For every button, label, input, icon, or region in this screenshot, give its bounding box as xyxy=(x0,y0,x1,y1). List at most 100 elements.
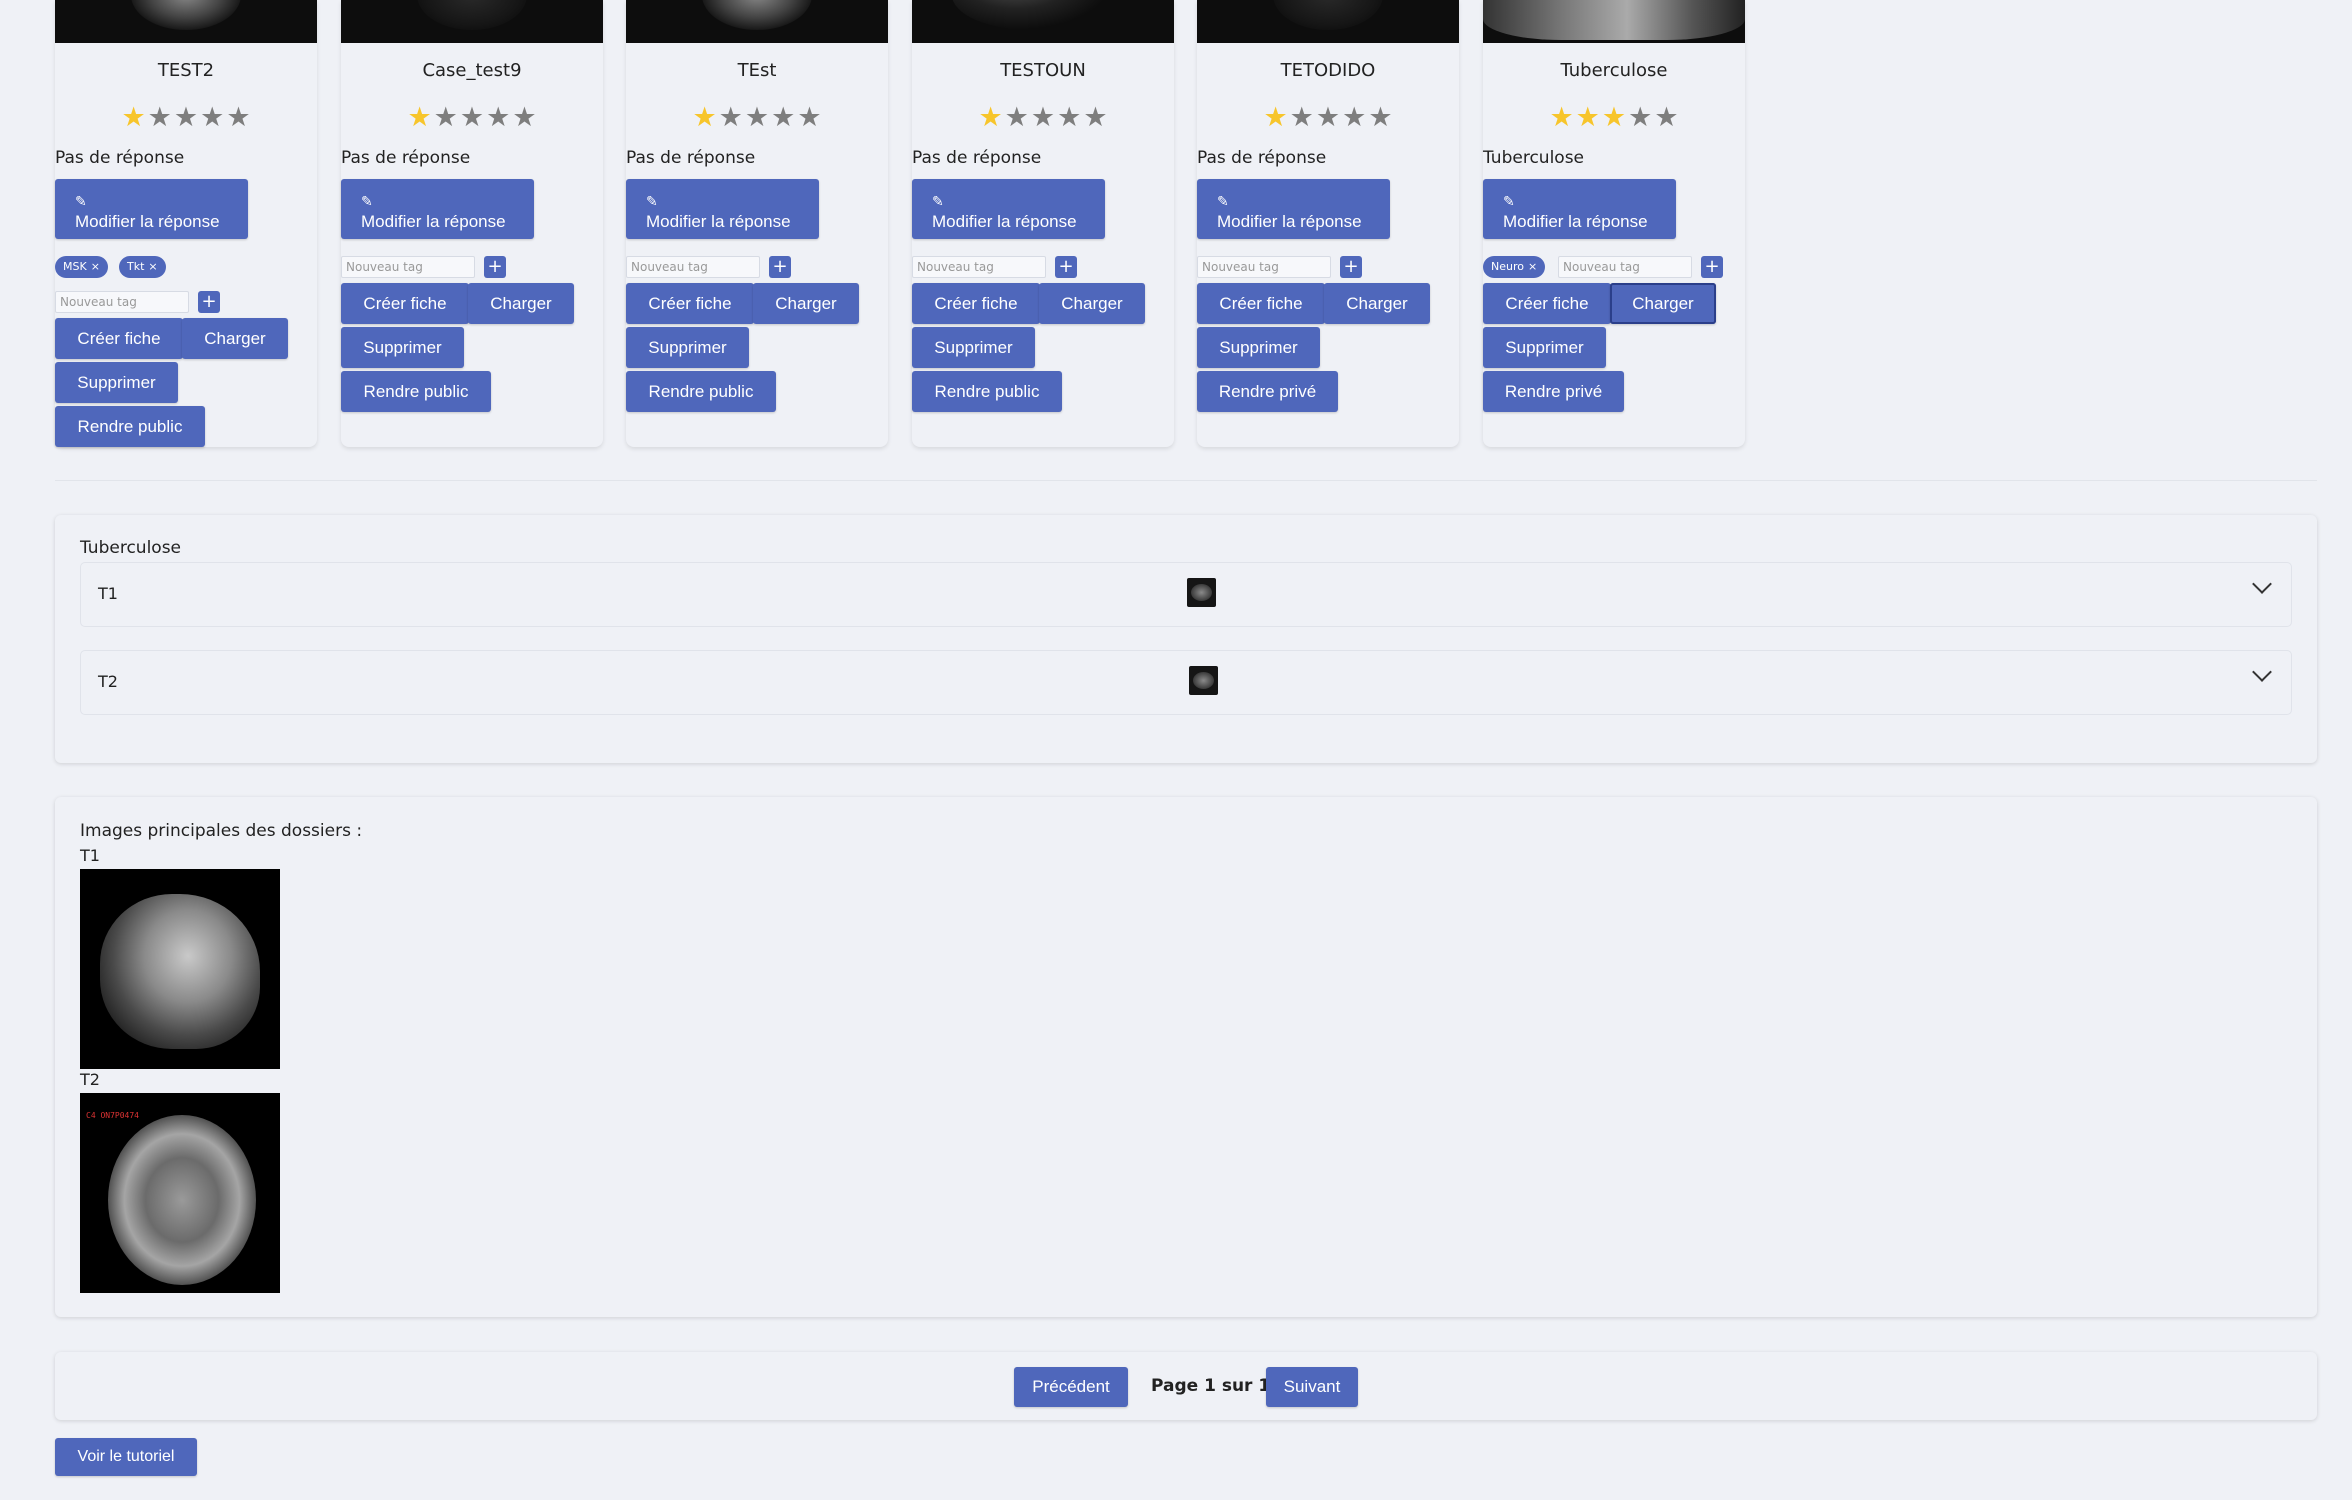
add-tag-button[interactable]: + xyxy=(1701,256,1723,278)
create-sheet-button[interactable]: Créer fiche xyxy=(341,283,469,324)
case-thumbnail[interactable] xyxy=(341,0,603,43)
chevron-down-icon[interactable] xyxy=(2252,662,2272,682)
star-rating[interactable]: ★★★★★ xyxy=(1197,104,1459,132)
delete-button[interactable]: Supprimer xyxy=(55,362,178,403)
load-button[interactable]: Charger xyxy=(182,318,288,359)
star-rating[interactable]: ★★★★★ xyxy=(55,104,317,132)
delete-button[interactable]: Supprimer xyxy=(341,327,464,368)
star-icon[interactable]: ★ xyxy=(719,104,743,132)
visibility-toggle-button[interactable]: Rendre privé xyxy=(1197,371,1338,412)
star-icon[interactable]: ★ xyxy=(148,104,172,132)
load-button[interactable]: Charger xyxy=(1039,283,1145,324)
star-rating[interactable]: ★★★★★ xyxy=(912,104,1174,132)
new-tag-input[interactable]: Nouveau tag xyxy=(55,291,189,313)
load-button[interactable]: Charger xyxy=(1610,283,1716,324)
load-button[interactable]: Charger xyxy=(468,283,574,324)
add-tag-button[interactable]: + xyxy=(484,256,506,278)
star-icon[interactable]: ★ xyxy=(486,104,510,132)
tag-remove-icon[interactable]: × xyxy=(148,260,157,273)
delete-button[interactable]: Supprimer xyxy=(626,327,749,368)
star-icon[interactable]: ★ xyxy=(1057,104,1081,132)
new-tag-input[interactable]: Nouveau tag xyxy=(912,256,1046,278)
edit-answer-button[interactable]: ✎ Modifier la réponse xyxy=(341,179,534,239)
load-button[interactable]: Charger xyxy=(753,283,859,324)
new-tag-input[interactable]: Nouveau tag xyxy=(626,256,760,278)
star-icon[interactable]: ★ xyxy=(1316,104,1340,132)
new-tag-input[interactable]: Nouveau tag xyxy=(1558,256,1692,278)
delete-button[interactable]: Supprimer xyxy=(1483,327,1606,368)
sequence-accordion-t2[interactable]: T2 xyxy=(80,650,2292,715)
star-icon[interactable]: ★ xyxy=(978,104,1002,132)
add-tag-button[interactable]: + xyxy=(1055,256,1077,278)
star-icon[interactable]: ★ xyxy=(745,104,769,132)
mri-image-t2[interactable]: C4 ON7P0474 xyxy=(80,1093,280,1293)
tag-remove-icon[interactable]: × xyxy=(91,260,100,273)
star-icon[interactable]: ★ xyxy=(1654,104,1678,132)
visibility-toggle-button[interactable]: Rendre privé xyxy=(1483,371,1624,412)
star-icon[interactable]: ★ xyxy=(1263,104,1287,132)
tag-remove-icon[interactable]: × xyxy=(1528,260,1537,273)
star-rating[interactable]: ★★★★★ xyxy=(626,104,888,132)
case-thumbnail[interactable] xyxy=(1197,0,1459,43)
edit-answer-button[interactable]: ✎ Modifier la réponse xyxy=(55,179,248,239)
tutorial-button[interactable]: Voir le tutoriel xyxy=(55,1438,197,1476)
create-sheet-button[interactable]: Créer fiche xyxy=(912,283,1040,324)
new-tag-input[interactable]: Nouveau tag xyxy=(341,256,475,278)
visibility-toggle-button[interactable]: Rendre public xyxy=(55,406,205,447)
next-page-button[interactable]: Suivant xyxy=(1266,1367,1358,1407)
delete-button[interactable]: Supprimer xyxy=(1197,327,1320,368)
edit-answer-button[interactable]: ✎ Modifier la réponse xyxy=(1197,179,1390,239)
edit-answer-button[interactable]: ✎ Modifier la réponse xyxy=(1483,179,1676,239)
star-icon[interactable]: ★ xyxy=(1031,104,1055,132)
star-icon[interactable]: ★ xyxy=(1628,104,1652,132)
create-sheet-button[interactable]: Créer fiche xyxy=(55,318,183,359)
star-icon[interactable]: ★ xyxy=(226,104,250,132)
delete-button[interactable]: Supprimer xyxy=(912,327,1035,368)
case-thumbnail[interactable] xyxy=(912,0,1174,43)
star-icon[interactable]: ★ xyxy=(1549,104,1573,132)
create-sheet-button[interactable]: Créer fiche xyxy=(1483,283,1611,324)
add-tag-button[interactable]: + xyxy=(198,291,220,313)
edit-answer-button[interactable]: ✎ Modifier la réponse xyxy=(626,179,819,239)
star-icon[interactable]: ★ xyxy=(771,104,795,132)
edit-icon: ✎ xyxy=(1503,193,1515,209)
previous-page-button[interactable]: Précédent xyxy=(1014,1367,1128,1407)
star-icon[interactable]: ★ xyxy=(200,104,224,132)
visibility-toggle-button[interactable]: Rendre public xyxy=(341,371,491,412)
mri-image-t1[interactable] xyxy=(80,869,280,1069)
star-icon[interactable]: ★ xyxy=(512,104,536,132)
star-icon[interactable]: ★ xyxy=(692,104,716,132)
case-thumbnail[interactable] xyxy=(1483,0,1745,43)
case-thumbnail[interactable] xyxy=(626,0,888,43)
star-icon[interactable]: ★ xyxy=(1576,104,1600,132)
star-icon[interactable]: ★ xyxy=(434,104,458,132)
add-tag-button[interactable]: + xyxy=(1340,256,1362,278)
star-icon[interactable]: ★ xyxy=(797,104,821,132)
edit-answer-label: Modifier la réponse xyxy=(75,212,220,231)
star-icon[interactable]: ★ xyxy=(1342,104,1366,132)
star-rating[interactable]: ★★★★★ xyxy=(1483,104,1745,132)
load-button[interactable]: Charger xyxy=(1324,283,1430,324)
case-thumbnail[interactable] xyxy=(55,0,317,43)
star-icon[interactable]: ★ xyxy=(121,104,145,132)
create-sheet-button[interactable]: Créer fiche xyxy=(1197,283,1325,324)
add-tag-button[interactable]: + xyxy=(769,256,791,278)
star-icon[interactable]: ★ xyxy=(174,104,198,132)
edit-answer-label: Modifier la réponse xyxy=(1217,212,1362,231)
star-icon[interactable]: ★ xyxy=(1602,104,1626,132)
star-icon[interactable]: ★ xyxy=(1368,104,1392,132)
edit-answer-button[interactable]: ✎ Modifier la réponse xyxy=(912,179,1105,239)
star-rating[interactable]: ★★★★★ xyxy=(341,104,603,132)
create-sheet-button[interactable]: Créer fiche xyxy=(626,283,754,324)
star-icon[interactable]: ★ xyxy=(407,104,431,132)
case-title: TESTOUN xyxy=(1000,60,1086,81)
visibility-toggle-button[interactable]: Rendre public xyxy=(912,371,1062,412)
star-icon[interactable]: ★ xyxy=(1290,104,1314,132)
visibility-toggle-button[interactable]: Rendre public xyxy=(626,371,776,412)
star-icon[interactable]: ★ xyxy=(1083,104,1107,132)
star-icon[interactable]: ★ xyxy=(460,104,484,132)
chevron-down-icon[interactable] xyxy=(2252,574,2272,594)
sequence-accordion-t1[interactable]: T1 xyxy=(80,562,2292,627)
new-tag-input[interactable]: Nouveau tag xyxy=(1197,256,1331,278)
star-icon[interactable]: ★ xyxy=(1005,104,1029,132)
